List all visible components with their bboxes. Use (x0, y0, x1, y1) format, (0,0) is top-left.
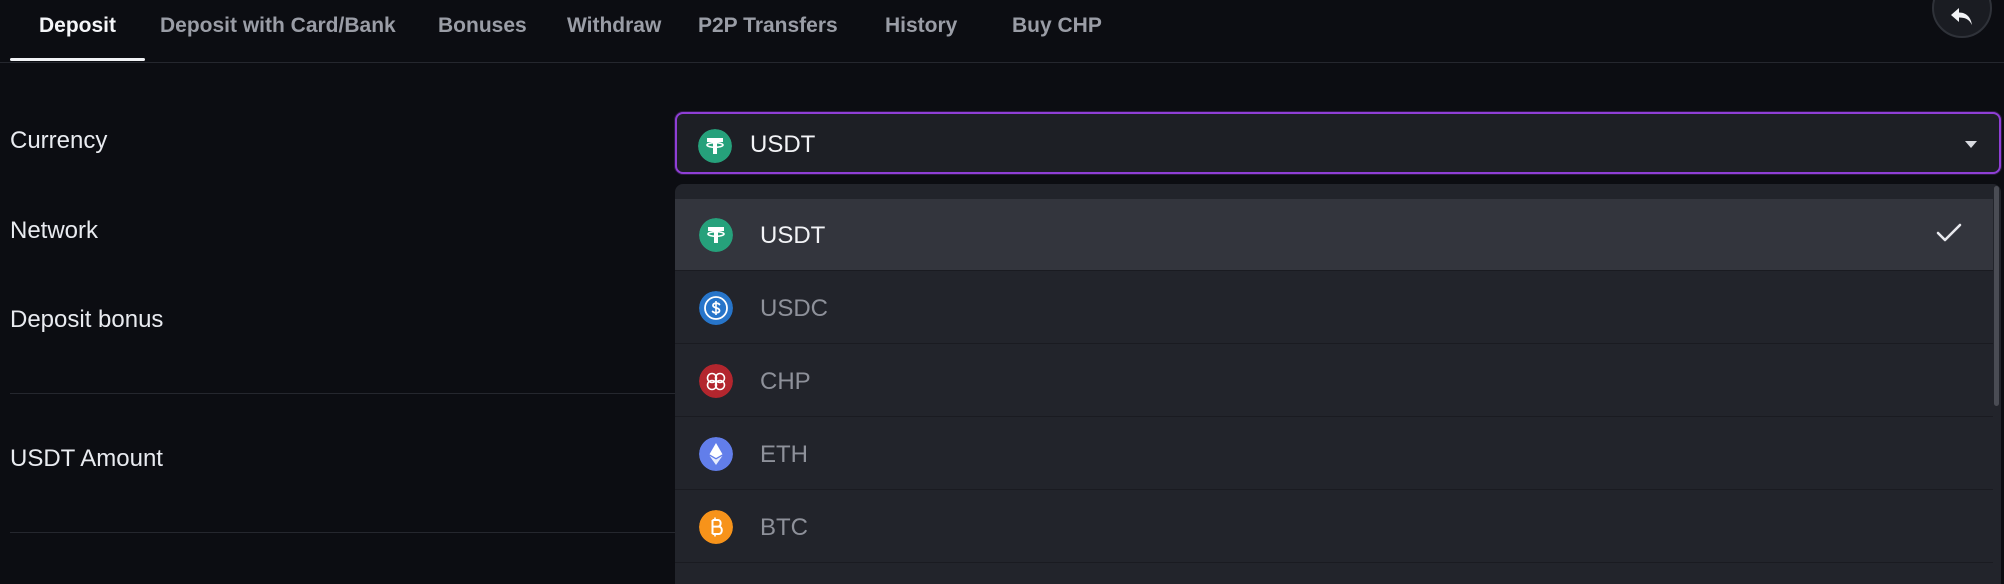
tab-p2p-transfers[interactable]: P2P Transfers (698, 14, 838, 38)
dropdown-option-label: USDT (760, 222, 826, 249)
dropdown-option-label: CHP (760, 368, 811, 395)
undo-arrow-icon (1951, 8, 1972, 25)
currency-dropdown: USDT USDC CHP ETH BTC (675, 184, 2001, 584)
dropdown-option-chp[interactable]: CHP (675, 345, 1993, 417)
amount-label: USDT Amount (10, 445, 163, 472)
currency-label: Currency (10, 127, 108, 154)
check-icon (1936, 223, 1962, 242)
dropdown-option-usdc[interactable]: USDC (675, 272, 1993, 344)
dropdown-option-usdt[interactable]: USDT (675, 199, 1993, 271)
ethereum-icon (699, 437, 733, 471)
active-tab-indicator (10, 58, 145, 61)
tab-history[interactable]: History (885, 14, 957, 38)
dropdown-option-label: ETH (760, 441, 808, 468)
section-divider (10, 532, 675, 533)
dropdown-option-label: BTC (760, 514, 808, 541)
tab-deposit-card-bank[interactable]: Deposit with Card/Bank (160, 14, 396, 38)
dropdown-option-eth[interactable]: ETH (675, 418, 1993, 490)
chevron-down-icon (1965, 141, 1977, 148)
tether-icon (699, 218, 733, 252)
tab-deposit[interactable]: Deposit (39, 14, 116, 38)
dropdown-option-label: USDC (760, 295, 829, 322)
section-divider (10, 393, 675, 394)
currency-select-value: USDT (750, 131, 816, 158)
dropdown-option-btc[interactable]: BTC (675, 491, 1993, 563)
tether-icon (698, 129, 732, 163)
deposit-bonus-label: Deposit bonus (10, 306, 164, 333)
bitcoin-icon (699, 510, 733, 544)
tab-buy-chp[interactable]: Buy CHP (1012, 14, 1102, 38)
tab-bar: Deposit Deposit with Card/Bank Bonuses W… (0, 0, 2004, 63)
tab-withdraw[interactable]: Withdraw (567, 14, 661, 38)
currency-select[interactable]: USDT (675, 112, 2001, 174)
usd-coin-icon (699, 291, 733, 325)
dropdown-scrollbar[interactable] (1994, 186, 1999, 406)
tab-bonuses[interactable]: Bonuses (438, 14, 527, 38)
chp-coin-icon (699, 364, 733, 398)
network-label: Network (10, 217, 99, 244)
